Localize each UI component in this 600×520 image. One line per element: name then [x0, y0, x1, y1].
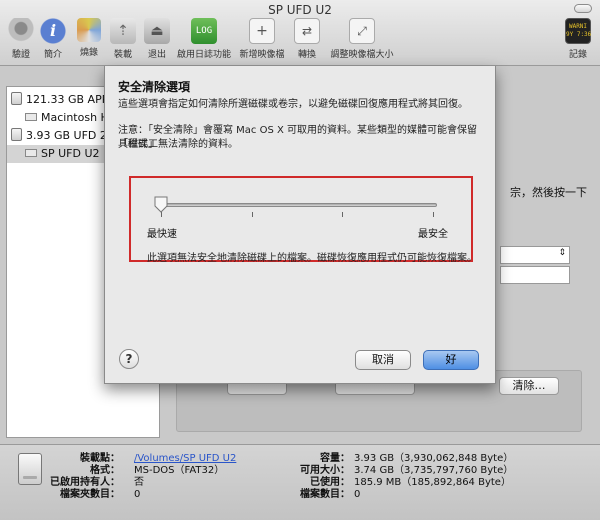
slider-description: 此選項無法安全地清除磁碟上的檔案。磁碟恢復應用程式仍可能恢復檔案。	[147, 253, 477, 264]
window-toolbar: SP UFD U2 驗證 i 簡介 燒錄 ⇡ 裝載 ⏏ 退出 LOG 啟用日誌功…	[0, 0, 600, 66]
mount-point-link[interactable]: /Volumes/SP UFD U2	[134, 453, 236, 465]
slider-min-label: 最快速	[147, 229, 177, 240]
cancel-button[interactable]: 取消	[355, 350, 411, 370]
eject-icon: ⏏	[144, 18, 170, 44]
convert-button[interactable]: ⇄ 轉換	[292, 18, 322, 62]
resize-image-icon: ⤢	[349, 18, 375, 44]
erase-button[interactable]: 清除…	[499, 377, 559, 395]
mount-button[interactable]: ⇡ 裝載	[108, 18, 138, 62]
erase-instruction-fragment: 宗，然後按一下	[510, 186, 587, 199]
new-image-icon: +	[249, 18, 275, 44]
secure-erase-options-dialog: 安全清除選項 這些選項會指定如何清除所選磁碟或卷宗，以避免磁碟回復應用程式將其回…	[104, 66, 496, 384]
chevron-updown-icon: ⇕	[558, 248, 566, 258]
info-icon: i	[40, 18, 66, 44]
mount-icon: ⇡	[110, 18, 136, 44]
disk-icon	[11, 92, 22, 105]
format-popup[interactable]: ⇕	[500, 246, 570, 264]
dialog-intro: 這些選項會指定如何清除所選磁碟或卷宗，以避免磁碟回復應用程式將其回復。	[118, 99, 468, 110]
window-title: SP UFD U2	[268, 3, 332, 17]
info-button[interactable]: i 簡介	[38, 18, 68, 62]
microscope-icon	[8, 18, 34, 44]
dialog-title: 安全清除選項	[118, 80, 191, 94]
slider-tick	[342, 212, 344, 217]
log-icon: WARNI 9Y 7:36	[565, 18, 591, 44]
journal-icon: LOG	[191, 18, 217, 44]
verify-button[interactable]: 驗證	[6, 18, 36, 62]
help-button[interactable]: ?	[119, 349, 139, 369]
security-slider[interactable]	[157, 203, 437, 207]
dialog-note-line2: 具程式」無法清除的資料。	[118, 139, 238, 150]
slider-tick	[433, 212, 434, 217]
toolbar-toggle-button[interactable]	[574, 4, 592, 13]
slider-tick	[251, 212, 253, 217]
new-image-button[interactable]: + 新增映像檔	[236, 18, 288, 62]
convert-icon: ⇄	[294, 18, 320, 44]
disc-icon	[77, 18, 101, 42]
slider-max-label: 最安全	[418, 229, 448, 240]
volume-info-bar: 裝載點： /Volumes/SP UFD U2 格式： MS-DOS（FAT32…	[0, 444, 600, 520]
enable-journaling-button[interactable]: LOG 啟用日誌功能	[176, 18, 232, 62]
name-field[interactable]	[500, 266, 570, 284]
log-button[interactable]: WARNI 9Y 7:36 記錄	[562, 18, 594, 62]
resize-image-button[interactable]: ⤢ 調整映像檔大小	[326, 18, 398, 62]
volume-icon	[25, 113, 37, 121]
burn-button[interactable]: 燒錄	[74, 18, 104, 62]
eject-button[interactable]: ⏏ 退出	[142, 18, 172, 62]
ok-button[interactable]: 好	[423, 350, 479, 370]
volume-icon	[25, 149, 37, 157]
disk-icon	[11, 128, 22, 141]
slider-thumb[interactable]	[154, 196, 168, 213]
